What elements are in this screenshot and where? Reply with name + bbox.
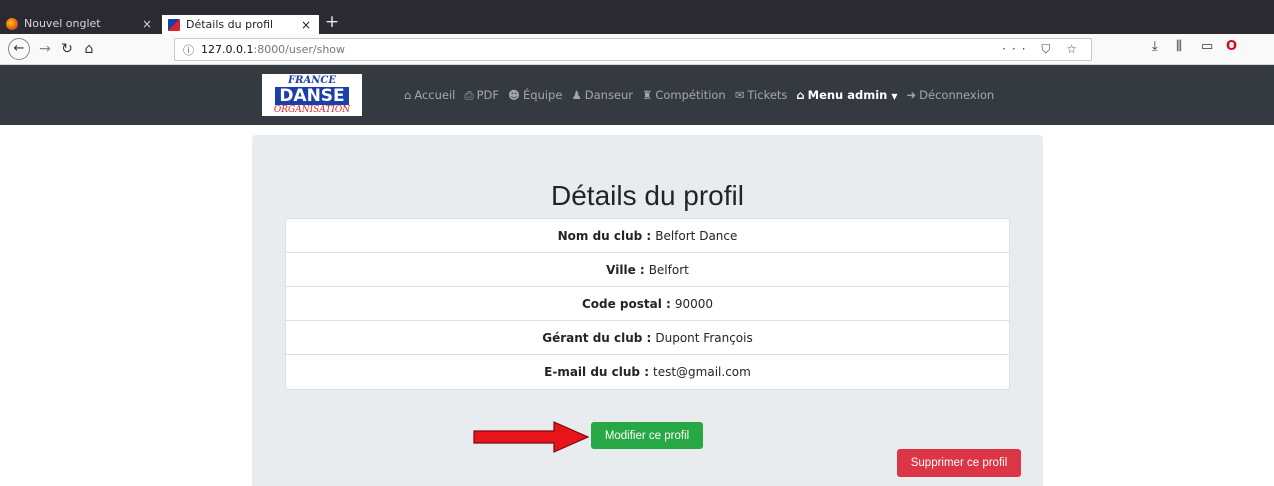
nav-item-danseur[interactable]: ♟ Danseur [571, 88, 633, 102]
sign-out-icon: ➜ [906, 88, 917, 102]
browser-toolbar: ← → ↻ ⌂ ⓘ 127.0.0.1 :8000/user/show ··· … [0, 34, 1274, 65]
library-icon[interactable]: ⫼ [1176, 39, 1182, 59]
list-item-email: E-mail du club : test@gmail.com [286, 355, 1009, 389]
sidebar-icon[interactable]: ▭ [1201, 39, 1213, 59]
nav-label: Déconnexion [919, 88, 995, 102]
field-label: E-mail du club : [544, 365, 649, 379]
back-icon[interactable]: ← [8, 38, 30, 60]
users-icon: ☻ [508, 88, 520, 102]
nav-label: Compétition [655, 88, 726, 102]
tab-close-icon[interactable]: × [299, 18, 313, 32]
list-item-city: Ville : Belfort [286, 253, 1009, 287]
nav-label: Équipe [523, 88, 563, 102]
list-item-manager: Gérant du club : Dupont François [286, 321, 1009, 355]
new-tab-button[interactable]: + [322, 13, 342, 33]
profile-panel: Détails du profil Nom du club : Belfort … [252, 135, 1043, 486]
site-navbar: FRANCE DANSE ORGANISATION ⌂ Accueil ⎙ PDF … [0, 65, 1274, 125]
url-path: :8000/user/show [253, 43, 346, 56]
user-edit-icon: ♟ [571, 88, 582, 102]
logo-line-3: ORGANISATION [273, 105, 351, 115]
profile-details-list: Nom du club : Belfort Dance Ville : Belf… [285, 218, 1010, 390]
page-title: Détails du profil [551, 180, 744, 211]
tab-close-icon[interactable]: × [140, 17, 154, 31]
annotation-arrow-icon [473, 421, 590, 453]
field-value: 90000 [674, 296, 714, 311]
field-label: Code postal : [581, 296, 671, 311]
reload-icon[interactable]: ↻ [58, 38, 76, 60]
info-icon[interactable]: ⓘ [183, 42, 194, 58]
nav-item-competition[interactable]: ♜ Compétition [642, 88, 726, 102]
tab-label: Détails du profil [186, 18, 274, 31]
envelope-icon: ✉ [734, 88, 745, 102]
nav-item-menu-admin[interactable]: ⌂ Menu admin ▼ [796, 88, 897, 102]
field-label: Ville : [606, 262, 645, 277]
nav-item-pdf[interactable]: ⎙ PDF [464, 88, 499, 103]
nav-label: Danseur [584, 88, 634, 102]
nav-item-tickets[interactable]: ✉ Tickets [735, 88, 788, 102]
home-icon[interactable]: ⌂ [80, 38, 98, 60]
caret-down-icon: ▼ [891, 92, 898, 101]
nav-item-accueil[interactable]: ⌂ Accueil [404, 88, 455, 102]
nav-label: Tickets [747, 88, 788, 102]
trophy-icon: ♜ [642, 88, 653, 102]
site-favicon-icon [168, 18, 180, 31]
nav-item-equipe[interactable]: ☻ Équipe [508, 88, 562, 102]
nav-item-deconnexion[interactable]: ➜ Déconnexion [907, 88, 995, 102]
firefox-icon [6, 17, 18, 30]
logo-line-2: DANSE [275, 87, 349, 105]
tab-new-tab[interactable]: Nouvel onglet × [0, 13, 160, 34]
institution-icon: ⌂ [796, 88, 805, 102]
address-bar[interactable]: ⓘ 127.0.0.1 :8000/user/show ··· ⛉ ☆ [174, 38, 1092, 61]
field-value: Belfort Dance [655, 228, 738, 243]
tab-profile-details[interactable]: Détails du profil × [162, 13, 319, 34]
logo-line-1: FRANCE [288, 75, 336, 86]
nav-label: Accueil [414, 88, 456, 102]
field-value: Belfort [648, 262, 689, 277]
tab-label: Nouvel onglet [24, 17, 101, 30]
list-item-postal-code: Code postal : 90000 [286, 287, 1009, 321]
opera-icon[interactable]: O [1226, 39, 1237, 59]
delete-profile-button[interactable]: Supprimer ce profil [897, 449, 1021, 477]
download-icon[interactable]: ⤓ [1152, 39, 1158, 59]
home-icon: ⌂ [404, 88, 412, 102]
nav-label: Menu admin [807, 88, 888, 102]
field-value: test@gmail.com [653, 365, 751, 379]
print-icon: ⎙ [464, 87, 474, 102]
field-label: Nom du club : [557, 228, 652, 243]
main-menu: ⌂ Accueil ⎙ PDF ☻ Équipe ♟ Danseur ♜ Compétit… [404, 65, 1003, 125]
url-host: 127.0.0.1 [201, 43, 254, 56]
edit-profile-button[interactable]: Modifier ce profil [591, 422, 703, 449]
browser-tab-strip: Nouvel onglet × Détails du profil × + [0, 0, 1274, 34]
forward-icon[interactable]: → [36, 38, 54, 60]
site-logo[interactable]: FRANCE DANSE ORGANISATION [262, 74, 362, 116]
field-label: Gérant du club : [542, 330, 652, 345]
list-item-club-name: Nom du club : Belfort Dance [286, 219, 1009, 253]
field-value: Dupont François [655, 330, 753, 345]
page-actions-icon[interactable]: ··· ⛉ ☆ [1002, 42, 1083, 57]
nav-label: PDF [476, 87, 499, 102]
